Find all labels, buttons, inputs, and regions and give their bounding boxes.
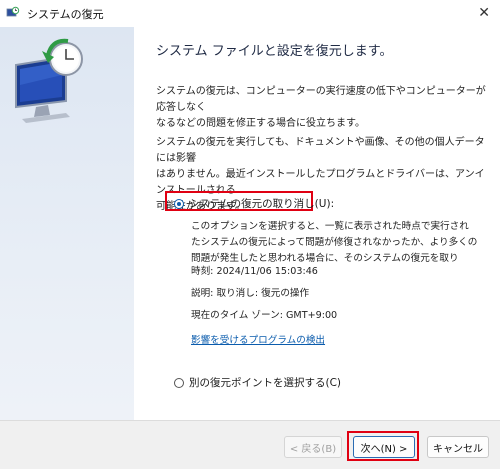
restore-timezone: 現在のタイム ゾーン: GMT+9:00: [191, 310, 338, 321]
cancel-button[interactable]: キャンセル: [427, 436, 489, 458]
window-title: システムの復元: [27, 8, 104, 21]
undo-desc-line-2: たシステムの復元によって問題が修復されなかったか、より多くの: [191, 237, 478, 248]
intro-line-1: システムの復元は、コンピューターの実行速度の低下やコンピューターが応答しなく: [156, 86, 486, 113]
content-area: システム ファイルと設定を復元します。 システムの復元は、コンピューターの実行速…: [134, 27, 500, 420]
system-restore-monitor-icon: [15, 38, 83, 123]
undo-restore-option[interactable]: システムの復元の取り消し(U):: [174, 196, 334, 211]
undo-option-label[interactable]: システムの復元の取り消し(U):: [189, 196, 334, 211]
restore-description: 説明: 取り消し: 復元の操作: [191, 288, 310, 299]
restore-time: 時刻: 2024/11/06 15:03:46: [191, 266, 318, 277]
intro-paragraph: システムの復元は、コンピューターの実行速度の低下やコンピューターが応答しなく な…: [156, 84, 491, 132]
other-option-label[interactable]: 別の復元ポイントを選択する(C): [189, 375, 341, 390]
page-heading: システム ファイルと設定を復元します。: [156, 44, 393, 59]
button-bar: < 戻る(B) 次へ(N) > キャンセル: [0, 420, 500, 469]
other-radio-button[interactable]: [174, 377, 184, 388]
title-bar: システムの復元 ✕: [0, 0, 500, 27]
next-button-highlight: [347, 431, 419, 461]
system-restore-icon: [6, 6, 20, 17]
undo-option-description: このオプションを選択すると、一覧に表示された時点で実行され たシステムの復元によ…: [191, 219, 491, 267]
left-banner: [0, 27, 134, 420]
undo-desc-line-1: このオプションを選択すると、一覧に表示された時点で実行され: [191, 221, 469, 232]
intro-line-2: なるなどの問題を修正する場合に役立ちます。: [156, 118, 365, 129]
system-restore-window: システムの復元 ✕ システム ファイルと設定を復元します。 システムの復元は、コ…: [0, 0, 500, 469]
back-button[interactable]: < 戻る(B): [284, 436, 342, 458]
info-line-1: システムの復元を実行しても、ドキュメントや画像、その他の個人データには影響: [156, 137, 485, 164]
choose-other-restore-point-option[interactable]: 別の復元ポイントを選択する(C): [174, 375, 341, 390]
scan-affected-programs-link[interactable]: 影響を受けるプログラムの検出: [191, 332, 325, 346]
close-button[interactable]: ✕: [478, 5, 490, 21]
undo-radio-button[interactable]: [174, 198, 184, 209]
